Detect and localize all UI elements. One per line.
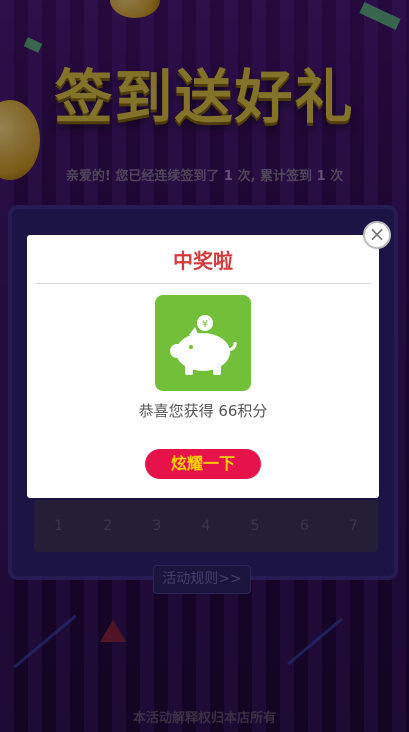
coin-symbol: ¥ <box>202 319 208 330</box>
modal-title: 中奖啦 <box>173 249 233 273</box>
piggy-bank-icon: ¥ <box>170 315 237 375</box>
close-icon[interactable]: × <box>363 221 391 249</box>
share-button[interactable]: 炫耀一下 <box>145 449 261 479</box>
prize-tile: ¥ <box>155 295 251 391</box>
modal-divider <box>35 283 371 284</box>
prize-message: 恭喜您获得 66积分 <box>138 402 268 420</box>
prize-modal: 中奖啦 ¥ 恭喜您获得 66积分 炫耀一下 <box>27 235 379 498</box>
